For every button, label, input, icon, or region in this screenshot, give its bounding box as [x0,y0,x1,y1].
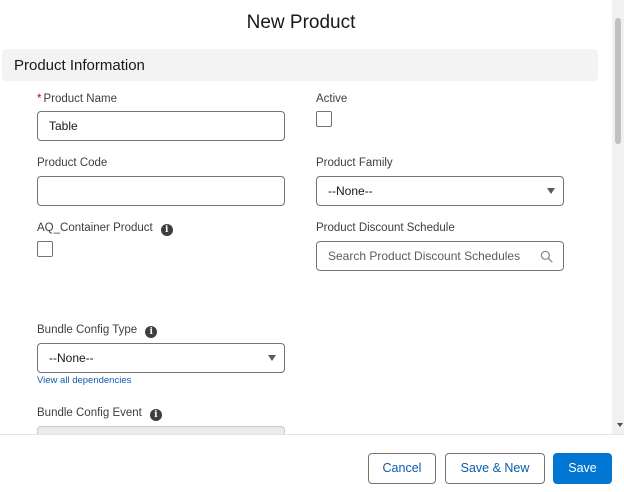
scroll-down-arrow-icon[interactable] [617,423,623,427]
product-name-label: * Product Name [37,93,117,105]
save-button[interactable]: Save [553,453,612,484]
search-icon [540,250,553,263]
product-discount-schedule-label: Product Discount Schedule [316,222,455,234]
modal-header: New Product [0,0,612,46]
product-code-input[interactable] [37,176,285,206]
chevron-down-icon [268,355,276,361]
modal-footer: Cancel Save & New Save [0,434,624,492]
bundle-config-type-select[interactable]: --None-- [37,343,285,373]
info-icon[interactable]: i [145,326,158,338]
active-label: Active [316,93,348,105]
view-all-dependencies-link[interactable]: View all dependencies [37,375,131,386]
section-header-product-information[interactable]: Product Information [2,49,598,81]
save-and-new-button[interactable]: Save & New [445,453,545,484]
product-family-label: Product Family [316,157,393,169]
chevron-down-icon [547,188,555,194]
info-icon[interactable]: i [160,224,173,236]
active-checkbox[interactable] [316,111,332,127]
aq-container-product-checkbox[interactable] [37,241,53,257]
required-marker: * [37,93,42,105]
info-icon[interactable]: i [149,409,162,421]
product-code-label: Product Code [37,157,108,169]
product-name-input[interactable]: Table [37,111,285,141]
bundle-config-type-label: Bundle Config Type i [37,324,158,338]
scrollbar-thumb[interactable] [615,18,621,144]
product-discount-schedule-search[interactable]: Search Product Discount Schedules [316,241,564,271]
bundle-config-event-field[interactable] [37,426,285,434]
product-family-select[interactable]: --None-- [316,176,564,206]
modal-title: New Product [246,12,356,33]
modal-body[interactable]: Product Information * Product Name Table … [0,46,612,434]
bundle-config-event-label: Bundle Config Event i [37,407,162,421]
cancel-button[interactable]: Cancel [368,453,436,484]
aq-container-product-label: AQ_Container Product i [37,222,173,236]
section-title: Product Information [14,57,145,74]
